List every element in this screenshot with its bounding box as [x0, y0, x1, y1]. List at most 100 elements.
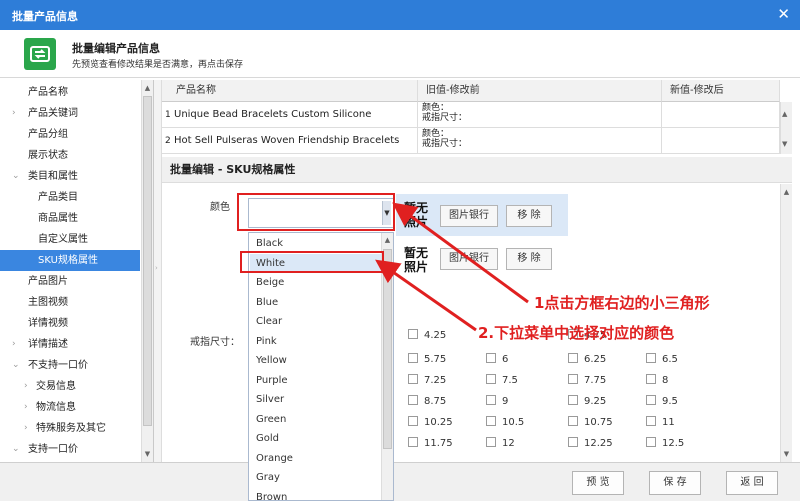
table-row[interactable]: 2 Hot Sell Pulseras Woven Friendship Bra… [162, 128, 418, 154]
color-option-gold[interactable]: Gold [250, 429, 382, 449]
checkbox[interactable] [408, 395, 418, 405]
sidebar-item-category-attrs[interactable]: ⌄ 类目和属性 [0, 166, 140, 187]
ring-size-option[interactable]: 6.25 [568, 351, 606, 369]
panel-splitter[interactable]: › [154, 80, 162, 462]
sidebar-item-main-video[interactable]: 主图视频 [0, 292, 140, 313]
checkbox[interactable] [486, 353, 496, 363]
remove-button[interactable]: 移 除 [506, 205, 552, 227]
sidebar-item-trade-info[interactable]: › 交易信息 [0, 376, 140, 397]
checkbox[interactable] [568, 416, 578, 426]
ring-size-option[interactable]: 8 [646, 372, 668, 390]
checkbox[interactable] [408, 437, 418, 447]
ring-size-option[interactable]: 12 [486, 435, 515, 453]
ring-size-option[interactable]: 10.5 [486, 414, 524, 432]
remove-button[interactable]: 移 除 [506, 248, 552, 270]
scroll-down-icon[interactable]: ▼ [143, 448, 152, 460]
checkbox[interactable] [408, 374, 418, 384]
sidebar-item-description[interactable]: › 详情描述 [0, 334, 140, 355]
sidebar-item-product-attrs[interactable]: 商品属性 [0, 208, 140, 229]
checkbox[interactable] [486, 437, 496, 447]
checkbox[interactable] [646, 353, 656, 363]
checkbox[interactable] [646, 374, 656, 384]
checkbox[interactable] [568, 353, 578, 363]
checkbox[interactable] [408, 329, 418, 339]
checkbox[interactable] [408, 353, 418, 363]
sidebar-item-product-name[interactable]: 产品名称 [0, 82, 140, 103]
ring-size-option[interactable]: 7.75 [568, 372, 606, 390]
ring-size-option[interactable]: 9.5 [646, 393, 678, 411]
color-option-green[interactable]: Green [250, 410, 382, 430]
checkbox[interactable] [646, 416, 656, 426]
ring-size-option[interactable]: 12.25 [568, 435, 613, 453]
ring-size-option[interactable]: 11.75 [408, 435, 453, 453]
scroll-up-icon[interactable]: ▲ [782, 110, 787, 118]
checkbox[interactable] [486, 395, 496, 405]
sidebar-item-sku-attrs[interactable]: SKU规格属性 [0, 250, 140, 271]
close-icon[interactable]: ✕ [777, 6, 790, 22]
color-option-blue[interactable]: Blue [250, 293, 382, 313]
ring-size-option[interactable]: 6.5 [646, 351, 678, 369]
sidebar-item-group[interactable]: 产品分组 [0, 124, 140, 145]
scroll-thumb[interactable] [143, 96, 152, 426]
sidebar-item-display-status[interactable]: 展示状态 [0, 145, 140, 166]
color-option-pink[interactable]: Pink [250, 332, 382, 352]
ring-size-option[interactable]: 11 [646, 414, 675, 432]
scroll-down-icon[interactable]: ▼ [782, 448, 791, 460]
scroll-up-icon[interactable]: ▲ [782, 186, 791, 198]
no-photo-label: 暂无照片 [404, 201, 429, 229]
color-option-gray[interactable]: Gray [250, 468, 382, 488]
ring-size-option[interactable]: 7.5 [486, 372, 518, 390]
checkbox[interactable] [408, 416, 418, 426]
checkbox[interactable] [568, 374, 578, 384]
ring-size-option[interactable]: 10.25 [408, 414, 453, 432]
image-bank-button[interactable]: 图片银行 [440, 248, 498, 270]
ring-size-option[interactable]: 9.25 [568, 393, 606, 411]
color-option-purple[interactable]: Purple [250, 371, 382, 391]
new-value-cell [662, 128, 780, 154]
scroll-down-icon[interactable]: ▼ [782, 140, 787, 148]
back-button[interactable]: 返 回 [726, 471, 778, 495]
sidebar-item-special-service[interactable]: › 特殊服务及其它 [0, 418, 140, 439]
save-button[interactable]: 保 存 [649, 471, 701, 495]
sidebar-item-detail-video[interactable]: 详情视频 [0, 313, 140, 334]
color-option-yellow[interactable]: Yellow [250, 351, 382, 371]
color-option-silver[interactable]: Silver [250, 390, 382, 410]
sidebar-item-no-fixed-price[interactable]: ⌄ 不支持一口价 [0, 355, 140, 376]
color-option-beige[interactable]: Beige [250, 273, 382, 293]
checkbox[interactable] [486, 416, 496, 426]
preview-button[interactable]: 预 览 [572, 471, 624, 495]
color-option-clear[interactable]: Clear [250, 312, 382, 332]
dropdown-scrollbar[interactable]: ▲ [381, 233, 393, 500]
table-row[interactable]: 1 Unique Bead Bracelets Custom Silicone [162, 102, 418, 128]
sidebar-item-fixed-price[interactable]: ⌄ 支持一口价 [0, 439, 140, 460]
checkbox[interactable] [646, 395, 656, 405]
scroll-up-icon[interactable]: ▲ [383, 235, 392, 245]
ring-size-option[interactable]: 8.75 [408, 393, 446, 411]
checkbox[interactable] [486, 374, 496, 384]
ring-size-option[interactable]: 10.75 [568, 414, 613, 432]
sidebar-item-custom-attrs[interactable]: 自定义属性 [0, 229, 140, 250]
sidebar-item-keywords[interactable]: › 产品关键词 [0, 103, 140, 124]
image-bank-button[interactable]: 图片银行 [440, 205, 498, 227]
ring-size-option[interactable]: 6 [486, 351, 508, 369]
checkbox[interactable] [568, 437, 578, 447]
collapse-icon[interactable]: › [155, 264, 158, 272]
sidebar-item-product-category[interactable]: 产品类目 [0, 187, 140, 208]
scroll-thumb[interactable] [383, 249, 392, 449]
ring-size-option[interactable]: 5.75 [408, 351, 446, 369]
sidebar-item-logistics[interactable]: › 物流信息 [0, 397, 140, 418]
ring-size-option[interactable]: 4.25 [408, 327, 446, 345]
ring-size-option[interactable]: 7.25 [408, 372, 446, 390]
sidebar-item-images[interactable]: 产品图片 [0, 271, 140, 292]
ring-size-option[interactable]: 9 [486, 393, 508, 411]
grid-scrollbar[interactable]: ▲ ▼ [780, 102, 792, 154]
content-scrollbar[interactable]: ▲ ▼ [780, 184, 792, 462]
new-value-cell [662, 102, 780, 128]
ring-size-option[interactable]: 12.5 [646, 435, 684, 453]
sidebar-scrollbar[interactable]: ▲ ▼ [141, 80, 153, 462]
color-option-orange[interactable]: Orange [250, 449, 382, 469]
checkbox[interactable] [646, 437, 656, 447]
color-option-brown[interactable]: Brown [250, 488, 382, 501]
checkbox[interactable] [568, 395, 578, 405]
scroll-up-icon[interactable]: ▲ [143, 82, 152, 94]
